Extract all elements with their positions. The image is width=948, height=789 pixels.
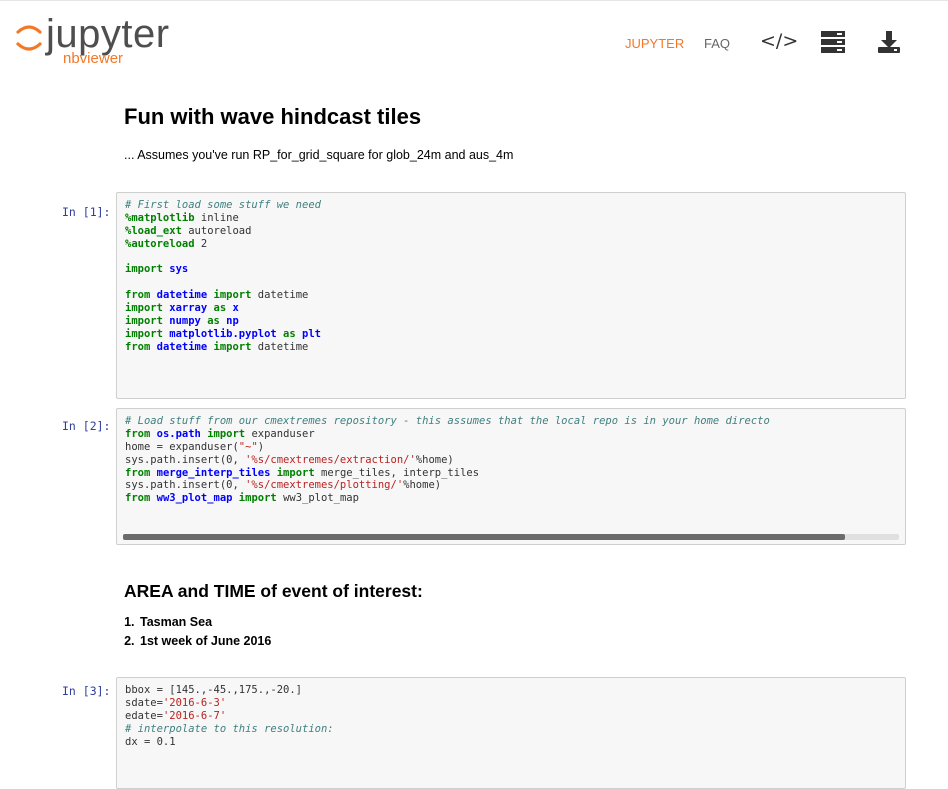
notebook: Fun with wave hindcast tiles ... Assumes… — [0, 0, 948, 789]
code-line: sdate='2016-6-3' — [125, 696, 227, 709]
list-item: 1st week of June 2016 — [138, 632, 271, 651]
code-block: # First load some stuff we need %matplotl… — [117, 193, 905, 354]
code-line: # interpolate to this resolution: — [125, 722, 334, 735]
code-line: dx = 0.1 — [125, 735, 176, 748]
code-line: import sys — [125, 263, 189, 276]
code-cell[interactable]: # First load some stuff we need %matplotl… — [116, 192, 906, 399]
cell-prompt: In [2]: — [62, 419, 111, 433]
code-line: import numpy as np — [125, 315, 239, 328]
code-line: import xarray as x — [125, 302, 239, 315]
code-line: from os.path import expanduser — [125, 427, 315, 440]
code-line: import matplotlib.pyplot as plt — [125, 327, 321, 340]
event-list: Tasman Sea 1st week of June 2016 — [124, 613, 271, 651]
code-line: sys.path.insert(0, '%s/cmextremes/extrac… — [125, 453, 454, 466]
code-line: %load_ext autoreload — [125, 224, 252, 237]
code-line: home = expanduser("~") — [125, 440, 265, 453]
code-line: from datetime import datetime — [125, 289, 309, 302]
notebook-subtitle: ... Assumes you've run RP_for_grid_squar… — [124, 148, 514, 162]
code-line: bbox = [145.,-45.,175.,-20.] — [125, 684, 303, 696]
code-block: # Load stuff from our cmextremes reposit… — [117, 409, 905, 505]
code-line: # Load stuff from our cmextremes reposit… — [125, 415, 770, 427]
notebook-title: Fun with wave hindcast tiles — [124, 104, 422, 129]
code-cell[interactable]: # Load stuff from our cmextremes reposit… — [116, 408, 906, 545]
code-block: bbox = [145.,-45.,175.,-20.] sdate='2016-… — [117, 678, 905, 748]
code-line: %autoreload 2 — [125, 237, 208, 250]
code-line: from datetime import datetime — [125, 340, 309, 353]
code-line: from ww3_plot_map import ww3_plot_map — [125, 492, 359, 505]
cell-prompt: In [1]: — [62, 205, 111, 219]
list-item: Tasman Sea — [138, 613, 271, 632]
code-cell[interactable]: bbox = [145.,-45.,175.,-20.] sdate='2016-… — [116, 677, 906, 789]
cell-prompt: In [3]: — [62, 684, 111, 698]
code-line: sys.path.insert(0, '%s/cmextremes/plotti… — [125, 479, 442, 492]
horizontal-scrollbar[interactable] — [123, 534, 899, 540]
section-heading: AREA and TIME of event of interest: — [124, 581, 423, 601]
code-line: # First load some stuff we need — [125, 199, 321, 211]
code-line: edate='2016-6-7' — [125, 709, 227, 722]
code-line: %matplotlib inline — [125, 211, 239, 224]
code-line: from merge_interp_tiles import merge_til… — [125, 466, 480, 479]
scrollbar-thumb[interactable] — [123, 534, 845, 540]
